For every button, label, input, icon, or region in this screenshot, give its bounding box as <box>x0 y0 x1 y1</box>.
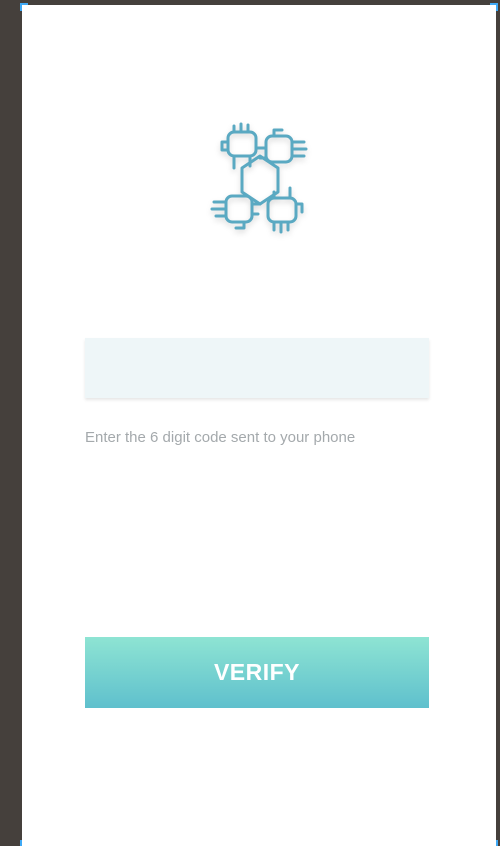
selection-handle-bottom-left[interactable] <box>20 840 28 846</box>
selection-handle-top-right[interactable] <box>490 3 498 11</box>
code-instruction-text: Enter the 6 digit code sent to your phon… <box>85 429 356 446</box>
selection-handle-bottom-right[interactable] <box>490 840 498 846</box>
hands-together-icon <box>198 118 322 242</box>
verification-code-input[interactable] <box>85 338 429 398</box>
verify-button[interactable]: VERIFY <box>85 637 429 708</box>
selection-handle-top-left[interactable] <box>20 3 28 11</box>
phone-screen: Enter the 6 digit code sent to your phon… <box>20 3 498 846</box>
